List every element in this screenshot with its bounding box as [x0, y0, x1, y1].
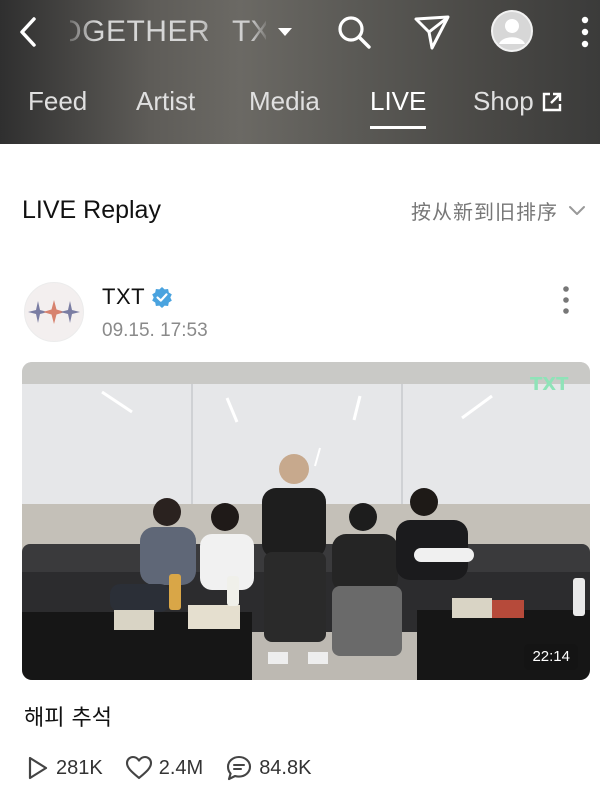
comment-icon [227, 755, 252, 781]
txt-logo-icon [28, 300, 80, 324]
post-stats: 281K 2.4M 84.8K [24, 754, 333, 782]
sort-label: 按从新到旧排序 [411, 200, 558, 224]
tab-feed[interactable]: Feed [28, 86, 87, 117]
back-button[interactable] [14, 14, 44, 50]
tab-bar: Feed Artist Media LIVE Shop [0, 80, 600, 130]
comment-count-value: 84.8K [259, 756, 312, 779]
send-icon [414, 15, 450, 50]
chevron-left-icon [20, 17, 36, 47]
video-title[interactable]: 해피 추석 [24, 700, 112, 732]
tab-shop-label: Shop [473, 86, 534, 116]
video-thumbnail[interactable]: TXT 22:14 [22, 362, 590, 680]
profile-icon [491, 10, 533, 52]
external-link-icon [542, 92, 561, 111]
more-button[interactable] [572, 12, 598, 52]
play-icon [28, 756, 48, 780]
artist-name-row[interactable]: TXT [102, 284, 173, 310]
channel-switch-button[interactable]: TXT [232, 12, 292, 52]
caret-down-icon [278, 28, 292, 36]
post-more-button[interactable] [556, 284, 576, 316]
tab-live[interactable]: LIVE [370, 86, 427, 129]
active-tab-indicator [370, 126, 427, 129]
search-icon [338, 16, 371, 49]
tab-media[interactable]: Media [249, 86, 320, 117]
chevron-down-icon [569, 205, 585, 215]
post-header: TXT 09.15. 17:53 [0, 278, 600, 348]
sort-dropdown[interactable]: 按从新到旧排序 [411, 196, 586, 225]
play-count: 281K [24, 755, 103, 781]
tab-shop[interactable]: Shop [473, 86, 563, 117]
video-duration-badge: 22:14 [524, 644, 578, 670]
tab-live-label: LIVE [370, 86, 427, 116]
send-button[interactable] [412, 12, 452, 52]
artist-name: TXT [102, 284, 146, 309]
more-vertical-icon [563, 286, 569, 314]
section-header: LIVE Replay 按从新到旧排序 [0, 186, 600, 236]
tab-artist[interactable]: Artist [136, 86, 195, 117]
profile-button[interactable] [490, 9, 534, 53]
video-watermark: TXT [530, 374, 569, 395]
top-bar: TOGETHER TXT [0, 0, 600, 64]
search-button[interactable] [334, 12, 374, 52]
verified-badge-icon [152, 287, 172, 308]
channel-title: TOGETHER [70, 15, 211, 48]
play-count-value: 281K [56, 756, 103, 779]
heart-icon [125, 755, 152, 780]
channel-switch-label: TXT [232, 15, 266, 48]
section-title: LIVE Replay [22, 196, 161, 224]
like-count-value: 2.4M [158, 756, 204, 779]
like-count[interactable]: 2.4M [125, 755, 203, 781]
comment-count[interactable]: 84.8K [225, 754, 311, 782]
post-timestamp: 09.15. 17:53 [102, 320, 208, 341]
video-frame-image [22, 362, 590, 680]
more-vertical-icon [581, 16, 589, 48]
artist-avatar[interactable] [24, 282, 84, 342]
app-header: TOGETHER TXT [0, 0, 600, 144]
